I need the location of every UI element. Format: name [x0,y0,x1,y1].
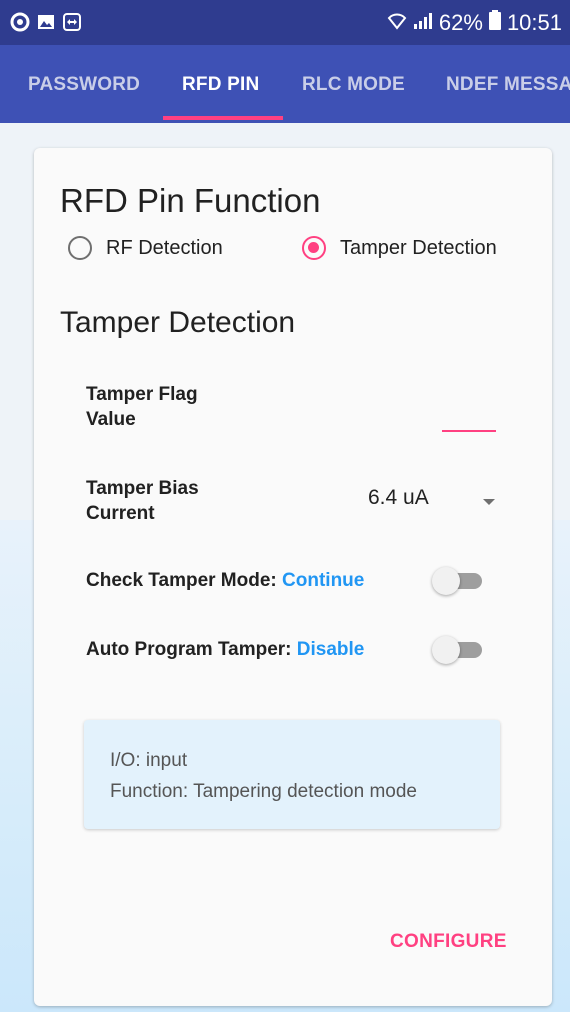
check-tamper-value: Continue [282,570,365,591]
radio-rf-detection[interactable]: RF Detection [68,236,223,260]
tab-rfd-pin[interactable]: RFD PIN [182,45,259,123]
radio-label: Tamper Detection [340,236,497,259]
check-tamper-switch[interactable] [432,567,484,595]
check-tamper-label: Check Tamper Mode: Continue [86,570,365,591]
status-bar: 62% 10:51 [0,0,570,45]
radio-button[interactable] [68,236,92,260]
section-title: Tamper Detection [60,306,296,339]
app-icon [10,12,30,32]
tamper-flag-value-field[interactable] [442,430,496,432]
tab-rlc-mode[interactable]: RLC MODE [302,45,405,123]
auto-program-switch[interactable] [432,636,484,664]
tab-bar: PASSWORD RFD PIN RLC MODE NDEF MESSA [0,45,570,123]
gallery-icon [36,12,56,32]
tab-password[interactable]: PASSWORD [28,45,140,123]
info-io: I/O: input [110,750,188,771]
switch-thumb [432,636,460,664]
info-box: I/O: input Function: Tampering detection… [84,720,500,829]
signal-icon [413,10,433,36]
switch-thumb [432,567,460,595]
dropdown-arrow-icon[interactable] [483,499,495,505]
status-left-icons [10,12,82,32]
clock: 10:51 [506,10,562,35]
radio-tamper-detection[interactable]: Tamper Detection [302,236,497,260]
radio-label: RF Detection [106,236,223,259]
battery-percent: 62% [438,10,483,35]
battery-icon [488,10,501,36]
auto-program-value: Disable [296,639,365,660]
tamper-bias-label: Tamper Bias Current [86,478,199,524]
card-title: RFD Pin Function [60,182,321,219]
tab-ndef-message[interactable]: NDEF MESSA [446,45,570,123]
status-right: 62% 10:51 [387,10,562,36]
rfd-pin-card: RFD Pin Function RF Detection Tamper Det… [34,148,552,1006]
configure-button[interactable]: CONFIGURE [390,931,507,953]
tamper-bias-select[interactable]: 6.4 uA [368,486,429,510]
tamper-flag-label: Tamper Flag Value [86,384,198,430]
teamviewer-icon [62,12,82,32]
radio-button-checked[interactable] [302,236,326,260]
wifi-icon [387,10,407,36]
tab-indicator [163,116,283,120]
info-function: Function: Tampering detection mode [110,781,417,802]
auto-program-label: Auto Program Tamper: Disable [86,639,365,660]
